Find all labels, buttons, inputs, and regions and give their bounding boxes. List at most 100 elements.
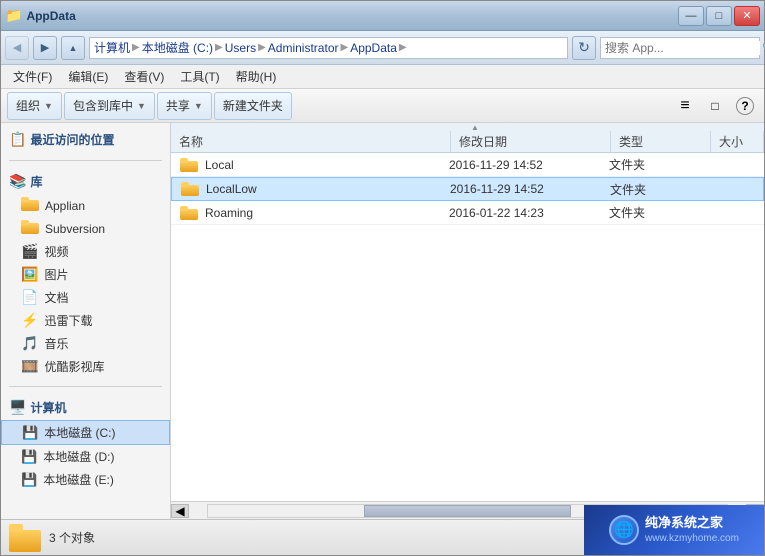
help-button[interactable]: ?: [732, 94, 758, 118]
music-label: 音乐: [44, 335, 68, 352]
sidebar-recent-header[interactable]: 📋 最近访问的位置: [1, 127, 170, 152]
subversion-folder-icon: [21, 220, 39, 237]
organize-label: 组织: [16, 97, 40, 114]
sidebar-item-drive-d[interactable]: 💾 本地磁盘 (D:): [1, 445, 170, 468]
view-toggle-icon: □: [711, 99, 718, 113]
menu-view[interactable]: 查看(V): [116, 66, 172, 87]
drive-d-label: 本地磁盘 (D:): [43, 448, 114, 465]
path-users[interactable]: Users: [225, 41, 256, 55]
hscroll-thumb[interactable]: [364, 505, 572, 517]
file-row-local[interactable]: Local 2016-11-29 14:52 文件夹: [171, 153, 764, 177]
menu-help[interactable]: 帮助(H): [228, 66, 285, 87]
doc-icon: 📄: [21, 289, 38, 306]
watermark-sub: www.kzmyhome.com: [645, 532, 739, 546]
sidebar-computer-section: 🖥️ 计算机 💾 本地磁盘 (C:) 💾 本地磁盘 (D:) 💾 本地磁盘 (E…: [1, 391, 170, 495]
col-header-name[interactable]: 名称: [171, 131, 451, 152]
include-button[interactable]: 包含到库中 ▼: [64, 92, 155, 120]
photo-icon: 🖼️: [21, 266, 38, 283]
share-button[interactable]: 共享 ▼: [157, 92, 212, 120]
include-arrow: ▼: [137, 101, 146, 111]
drive-e-icon: 💾: [21, 472, 37, 488]
col-header-type[interactable]: 类型: [611, 131, 711, 152]
menu-edit[interactable]: 编辑(E): [60, 66, 116, 87]
up-button[interactable]: ▲: [61, 36, 85, 60]
view-mode-button[interactable]: ≡: [672, 94, 698, 118]
window-title: AppData: [26, 9, 75, 23]
sidebar-computer-header[interactable]: 🖥️ 计算机: [1, 395, 170, 420]
drive-e-label: 本地磁盘 (E:): [43, 471, 114, 488]
locallow-name: LocalLow: [200, 182, 450, 196]
sidebar-item-video[interactable]: 🎬 视频: [1, 240, 170, 263]
path-drive-c[interactable]: 本地磁盘 (C:): [142, 39, 213, 56]
video-icon: 🎬: [21, 243, 38, 260]
locallow-folder-icon: [180, 179, 200, 199]
youku-label: 优酷影视库: [44, 358, 104, 375]
maximize-button[interactable]: □: [706, 6, 732, 26]
file-row-locallow[interactable]: LocalLow 2016-11-29 14:52 文件夹: [171, 177, 764, 201]
file-list-body: Local 2016-11-29 14:52 文件夹 LocalLow 2016…: [171, 153, 764, 501]
watermark: 🌐 纯净系统之家 www.kzmyhome.com: [584, 505, 764, 555]
sidebar-item-thunder[interactable]: ⚡ 迅雷下载: [1, 309, 170, 332]
sidebar-divider-2: [9, 386, 162, 387]
applian-label: Applian: [45, 199, 85, 213]
applian-folder-icon: [21, 197, 39, 214]
sidebar-item-drive-c[interactable]: 💾 本地磁盘 (C:): [1, 420, 170, 445]
refresh-button[interactable]: ↻: [572, 36, 596, 60]
drive-d-icon: 💾: [21, 449, 37, 465]
path-admin[interactable]: Administrator: [268, 41, 339, 55]
close-button[interactable]: ✕: [734, 6, 760, 26]
titlebar-left: 📁 AppData: [5, 7, 76, 24]
path-appdata[interactable]: AppData: [350, 41, 397, 55]
view-toggle-button[interactable]: □: [702, 94, 728, 118]
thunder-label: 迅雷下载: [44, 312, 92, 329]
sidebar-item-youku[interactable]: 🎞️ 优酷影视库: [1, 355, 170, 378]
titlebar-controls: — □ ✕: [678, 6, 760, 26]
drive-c-icon: 💾: [22, 425, 38, 441]
status-count: 3 个对象: [49, 529, 95, 546]
search-input[interactable]: [605, 41, 760, 55]
recent-icon: 📋: [9, 131, 26, 148]
col-header-date[interactable]: 修改日期: [451, 131, 611, 152]
new-folder-button[interactable]: 新建文件夹: [214, 92, 292, 120]
organize-button[interactable]: 组织 ▼: [7, 92, 62, 120]
subversion-label: Subversion: [45, 222, 105, 236]
roaming-date: 2016-01-22 14:23: [449, 206, 609, 220]
view-icon: ≡: [680, 97, 689, 115]
window: 📁 AppData — □ ✕ ◀ ▶ ▲ 计算机 ▶ 本地磁盘 (C:) ▶ …: [0, 0, 765, 556]
computer-label: 计算机: [30, 399, 66, 416]
sidebar-item-subversion[interactable]: Subversion: [1, 217, 170, 240]
sidebar-divider-1: [9, 160, 162, 161]
col-header-size[interactable]: 大小: [711, 131, 764, 152]
status-folder-icon: [9, 524, 41, 552]
menu-file[interactable]: 文件(F): [5, 66, 60, 87]
sidebar-item-applian[interactable]: Applian: [1, 194, 170, 217]
addressbar: ◀ ▶ ▲ 计算机 ▶ 本地磁盘 (C:) ▶ Users ▶ Administ…: [1, 31, 764, 65]
photo-label: 图片: [44, 266, 68, 283]
library-label: 库: [30, 173, 42, 190]
sidebar-library-header[interactable]: 📚 库: [1, 169, 170, 194]
music-icon: 🎵: [21, 335, 38, 352]
roaming-name: Roaming: [199, 206, 449, 220]
sidebar-item-doc[interactable]: 📄 文档: [1, 286, 170, 309]
sidebar-item-music[interactable]: 🎵 音乐: [1, 332, 170, 355]
sidebar-item-drive-e[interactable]: 💾 本地磁盘 (E:): [1, 468, 170, 491]
file-row-roaming[interactable]: Roaming 2016-01-22 14:23 文件夹: [171, 201, 764, 225]
hscroll-left-btn[interactable]: ◀: [171, 504, 189, 518]
sidebar-item-photo[interactable]: 🖼️ 图片: [1, 263, 170, 286]
locallow-type: 文件夹: [610, 181, 710, 198]
sort-indicator-area: ▲: [171, 123, 764, 131]
toolbar: 组织 ▼ 包含到库中 ▼ 共享 ▼ 新建文件夹 ≡ □: [1, 89, 764, 123]
organize-arrow: ▼: [44, 101, 53, 111]
recent-label: 最近访问的位置: [30, 131, 114, 148]
menu-tools[interactable]: 工具(T): [172, 66, 227, 87]
address-path: 计算机 ▶ 本地磁盘 (C:) ▶ Users ▶ Administrator …: [89, 37, 568, 59]
forward-button[interactable]: ▶: [33, 36, 57, 60]
back-button[interactable]: ◀: [5, 36, 29, 60]
share-arrow: ▼: [194, 101, 203, 111]
local-date: 2016-11-29 14:52: [449, 158, 609, 172]
sidebar-recent-section: 📋 最近访问的位置: [1, 123, 170, 156]
file-list-header: 名称 修改日期 类型 大小: [171, 131, 764, 153]
minimize-button[interactable]: —: [678, 6, 704, 26]
path-computer[interactable]: 计算机: [94, 39, 130, 56]
local-name: Local: [199, 158, 449, 172]
